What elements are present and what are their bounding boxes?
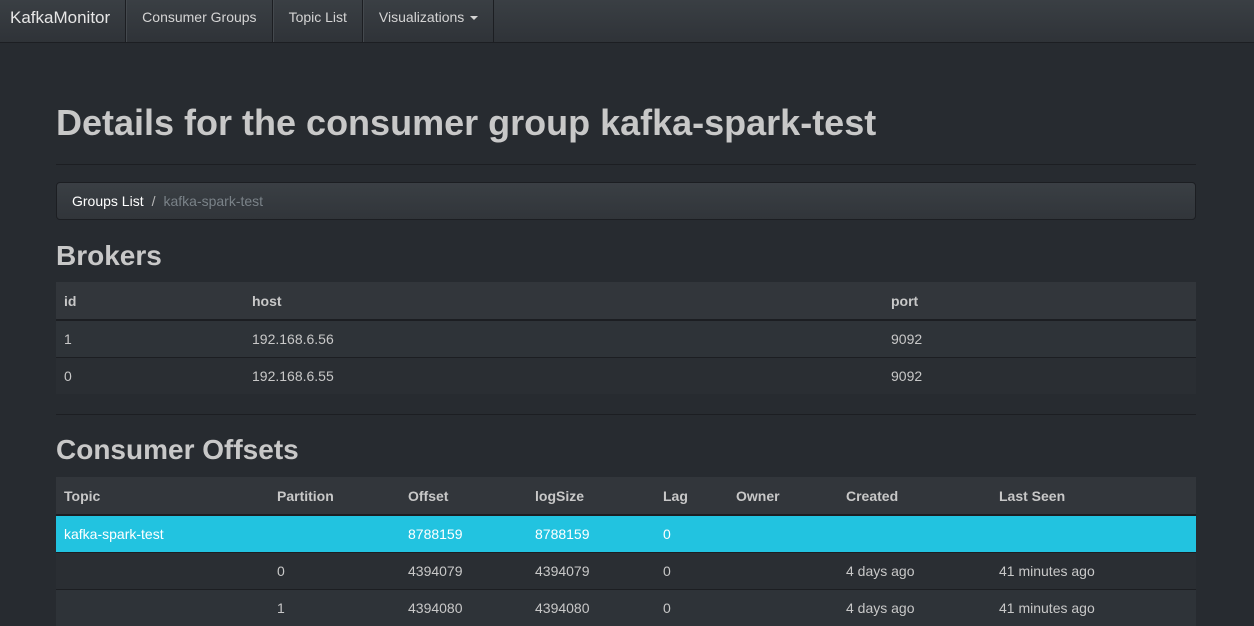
offset-value: 8788159 xyxy=(400,514,527,552)
col-header-created[interactable]: Created xyxy=(838,477,991,516)
offsets-header-row: Topic Partition Offset logSize Lag Owner… xyxy=(56,477,1196,516)
nav-visualizations-label: Visualizations xyxy=(378,9,465,25)
offset-created xyxy=(838,514,991,552)
brokers-header-row: id host port xyxy=(56,282,1196,321)
breadcrumb-separator: / xyxy=(151,193,156,209)
offset-owner xyxy=(728,551,838,589)
broker-id: 1 xyxy=(56,319,244,357)
table-row: 0 4394079 4394079 0 4 days ago 41 minute… xyxy=(56,551,1196,589)
breadcrumb-groups-list-link[interactable]: Groups List xyxy=(72,193,144,209)
section-divider xyxy=(56,414,1196,415)
table-row-topic-summary[interactable]: kafka-spark-test 8788159 8788159 0 xyxy=(56,514,1196,552)
offset-partition: 0 xyxy=(269,551,400,589)
broker-id: 0 xyxy=(56,356,244,394)
nav-consumer-groups[interactable]: Consumer Groups xyxy=(126,0,273,42)
offset-logsize: 4394080 xyxy=(527,588,655,626)
offset-value: 4394079 xyxy=(400,551,527,589)
offset-partition: 1 xyxy=(269,588,400,626)
col-header-port[interactable]: port xyxy=(883,282,1196,321)
brokers-heading: Brokers xyxy=(56,240,162,271)
broker-host: 192.168.6.56 xyxy=(244,319,883,357)
consumer-offsets-table: Topic Partition Offset logSize Lag Owner… xyxy=(56,477,1196,626)
brokers-table: id host port 1 192.168.6.56 9092 0 192.1… xyxy=(56,282,1196,394)
breadcrumb: Groups List / kafka-spark-test xyxy=(56,182,1196,220)
brand-logo[interactable]: KafkaMonitor xyxy=(0,0,127,42)
navbar: KafkaMonitor Consumer Groups Topic List … xyxy=(0,0,1254,43)
nav-topic-list[interactable]: Topic List xyxy=(272,0,363,42)
offset-created: 4 days ago xyxy=(838,551,991,589)
col-header-topic[interactable]: Topic xyxy=(56,477,269,516)
offset-partition xyxy=(269,514,400,552)
offset-topic xyxy=(56,551,269,589)
offset-created: 4 days ago xyxy=(838,588,991,626)
offset-topic xyxy=(56,588,269,626)
offset-last-seen xyxy=(991,514,1196,552)
col-header-host[interactable]: host xyxy=(244,282,883,321)
col-header-lag[interactable]: Lag xyxy=(655,477,728,516)
offset-value: 4394080 xyxy=(400,588,527,626)
breadcrumb-active: kafka-spark-test xyxy=(163,193,264,209)
col-header-last-seen[interactable]: Last Seen xyxy=(991,477,1196,516)
offset-lag: 0 xyxy=(655,551,728,589)
consumer-offsets-heading: Consumer Offsets xyxy=(56,434,299,465)
table-row: 1 4394080 4394080 0 4 days ago 41 minute… xyxy=(56,588,1196,626)
col-header-logsize[interactable]: logSize xyxy=(527,477,655,516)
broker-host: 192.168.6.55 xyxy=(244,356,883,394)
col-header-offset[interactable]: Offset xyxy=(400,477,527,516)
broker-port: 9092 xyxy=(883,319,1196,357)
caret-down-icon xyxy=(470,16,479,21)
offset-lag: 0 xyxy=(655,588,728,626)
page-title: Details for the consumer group kafka-spa… xyxy=(56,100,1196,165)
nav-visualizations-dropdown[interactable]: Visualizations xyxy=(362,0,495,42)
offset-last-seen: 41 minutes ago xyxy=(991,551,1196,589)
offset-owner xyxy=(728,588,838,626)
offset-logsize: 8788159 xyxy=(527,514,655,552)
offset-lag: 0 xyxy=(655,514,728,552)
table-row: 1 192.168.6.56 9092 xyxy=(56,319,1196,357)
offset-logsize: 4394079 xyxy=(527,551,655,589)
col-header-id[interactable]: id xyxy=(56,282,244,321)
offset-owner xyxy=(728,514,838,552)
table-row: 0 192.168.6.55 9092 xyxy=(56,356,1196,394)
col-header-owner[interactable]: Owner xyxy=(728,477,838,516)
offset-topic: kafka-spark-test xyxy=(56,514,269,552)
broker-port: 9092 xyxy=(883,356,1196,394)
col-header-partition[interactable]: Partition xyxy=(269,477,400,516)
offset-last-seen: 41 minutes ago xyxy=(991,588,1196,626)
